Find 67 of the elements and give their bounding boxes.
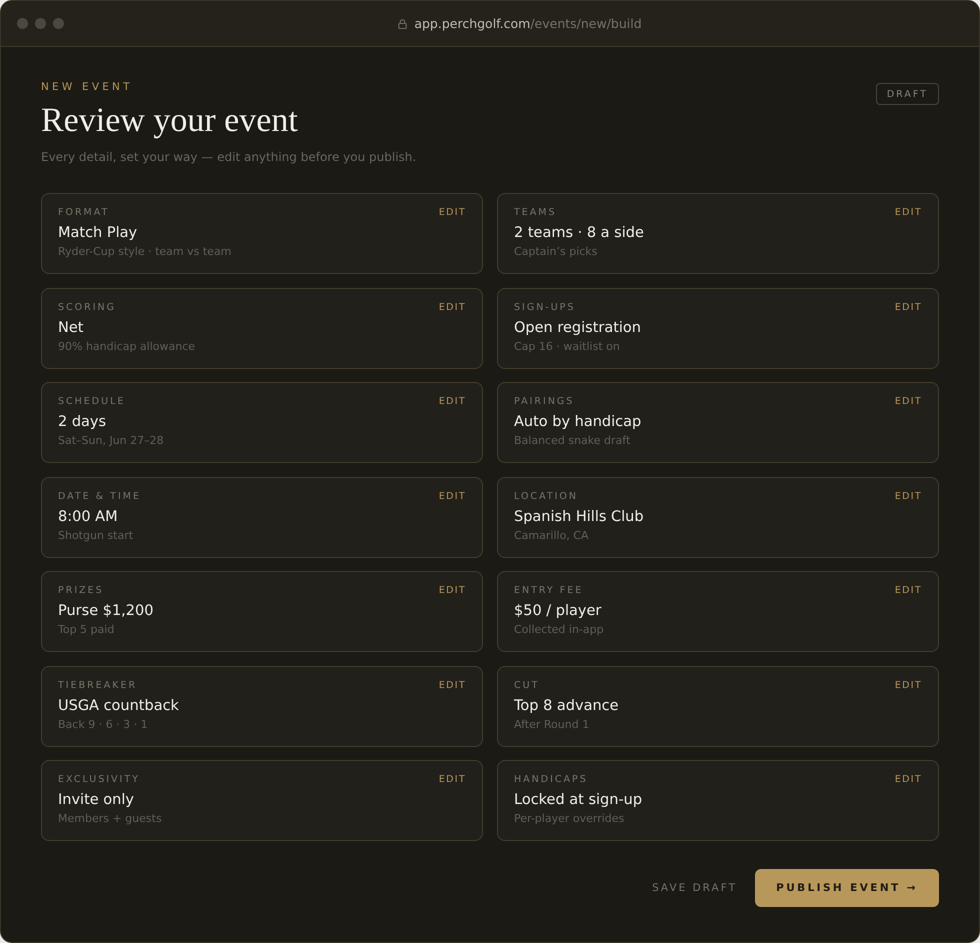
- card-value: 2 days: [58, 413, 108, 432]
- card-label: SIGN-UPS: [514, 302, 576, 314]
- card-detail: Sat–Sun, Jun 27–28: [58, 433, 165, 448]
- card-label: SCORING: [58, 302, 116, 314]
- edit-link[interactable]: EDIT: [894, 680, 922, 692]
- card-label: TIEBREAKER: [58, 680, 138, 692]
- card-value: 8:00 AM: [58, 508, 119, 526]
- card-value: Invite only: [58, 791, 135, 810]
- card-label: SCHEDULE: [58, 396, 126, 408]
- window-dot-icon[interactable]: [17, 18, 28, 29]
- card-detail: Members + guests: [58, 811, 163, 826]
- card-value: Auto by handicap: [514, 413, 642, 432]
- edit-link[interactable]: EDIT: [894, 585, 922, 597]
- window-dot-icon[interactable]: [35, 18, 46, 29]
- card-value: Locked at sign-up: [514, 791, 644, 810]
- card-detail: Back 9 · 6 · 3 · 1: [58, 716, 149, 732]
- status-badge: DRAFT: [876, 83, 939, 105]
- card-detail: Top 5 paid: [58, 622, 116, 637]
- card-label: ENTRY FEE: [514, 585, 584, 597]
- edit-link[interactable]: EDIT: [438, 585, 466, 597]
- page-subtitle: Every detail, set your way — edit anything before you publish.: [41, 149, 416, 165]
- card-value: $50 / player: [514, 602, 602, 621]
- edit-link[interactable]: EDIT: [438, 490, 466, 502]
- card-detail: Camarillo, CA: [514, 528, 590, 542]
- edit-link[interactable]: EDIT: [438, 680, 466, 692]
- card-label: PAIRINGS: [514, 396, 574, 408]
- card-detail: Ryder-Cup style · team vs team: [58, 244, 232, 259]
- publish-button[interactable]: PUBLISH EVENT →: [755, 869, 939, 907]
- card-detail: Shotgun start: [58, 528, 134, 542]
- card-label: EXCLUSIVITY: [58, 774, 140, 786]
- card-label: HANDICAPS: [514, 774, 588, 786]
- card-detail: Balanced snake draft: [514, 433, 632, 448]
- card-detail: Cap 16 · waitlist on: [514, 338, 621, 354]
- edit-link[interactable]: EDIT: [894, 774, 922, 786]
- card-value: Net: [58, 318, 84, 338]
- edit-link[interactable]: EDIT: [894, 490, 922, 502]
- edit-link[interactable]: EDIT: [438, 302, 466, 314]
- edit-link[interactable]: EDIT: [894, 207, 922, 219]
- card-value: 2 teams · 8 a side: [514, 224, 645, 243]
- edit-link[interactable]: EDIT: [438, 774, 466, 786]
- url-text[interactable]: app.perchgolf.com/events/new/build: [414, 16, 642, 31]
- card-value: Match Play: [58, 224, 138, 243]
- card-label: LOCATION: [514, 490, 578, 502]
- card-value: USGA countback: [58, 696, 180, 716]
- card-detail: After Round 1: [514, 716, 590, 732]
- save-draft-button[interactable]: SAVE DRAFT: [652, 882, 737, 894]
- edit-link[interactable]: EDIT: [894, 396, 922, 408]
- window-dot-icon[interactable]: [53, 18, 64, 29]
- card-label: CUT: [514, 680, 540, 692]
- card-detail: Collected in-app: [514, 622, 605, 637]
- card-detail: Per-player overrides: [514, 811, 626, 826]
- card-value: Purse $1,200: [58, 602, 154, 621]
- card-label: PRIZES: [58, 585, 104, 597]
- card-value: Spanish Hills Club: [514, 508, 645, 526]
- card-value: Open registration: [514, 318, 642, 338]
- card-detail: 90% handicap allowance: [58, 338, 196, 354]
- edit-link[interactable]: EDIT: [438, 396, 466, 408]
- page-title: Review your event: [41, 101, 299, 141]
- card-detail: Captain’s picks: [514, 244, 598, 259]
- edit-link[interactable]: EDIT: [438, 207, 466, 219]
- card-label: TEAMS: [514, 207, 557, 219]
- card-label: FORMAT: [58, 207, 110, 219]
- edit-link[interactable]: EDIT: [894, 302, 922, 314]
- card-label: DATE & TIME: [58, 490, 141, 502]
- eyebrow-label: NEW EVENT: [41, 80, 134, 94]
- lock-icon: [398, 18, 408, 28]
- card-value: Top 8 advance: [514, 696, 620, 716]
